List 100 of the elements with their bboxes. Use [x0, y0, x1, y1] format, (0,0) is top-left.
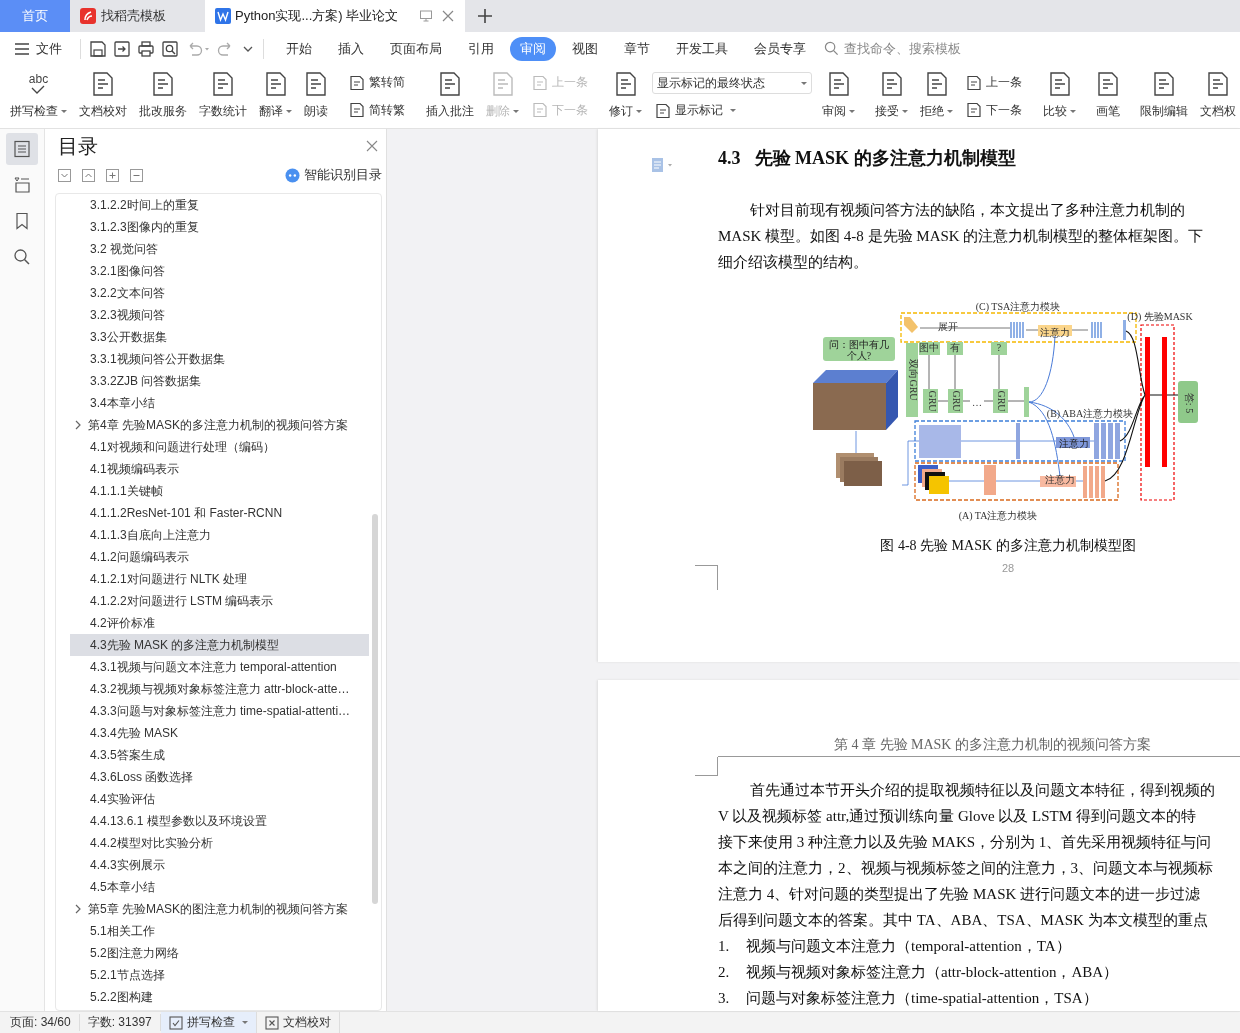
ribbon-button[interactable]: 上一条: [963, 72, 1025, 94]
ribbon-tab[interactable]: 视图: [562, 36, 608, 61]
outline-item[interactable]: 3.1.2.2时间上的重复: [70, 194, 369, 216]
status-text: 页面: 34/60: [2, 1014, 80, 1031]
outline-item[interactable]: 5.2.2图构建: [70, 986, 369, 1008]
outline-item[interactable]: 3.3.1视频问答公开数据集: [70, 348, 369, 370]
outline-item[interactable]: 4.3.1视频与问题文本注意力 temporal-attention: [70, 656, 369, 678]
file-menu-button[interactable]: 文件: [14, 39, 72, 58]
ribbon-button[interactable]: 限制编辑: [1136, 65, 1192, 128]
outline-item[interactable]: 4.1.1.3自底向上注意力: [70, 524, 369, 546]
ribbon-button[interactable]: 简转繁: [346, 99, 408, 121]
outline-item[interactable]: 4.5本章小结: [70, 876, 369, 898]
outline-item[interactable]: 3.2.2文本问答: [70, 282, 369, 304]
document-icon: [655, 102, 671, 119]
close-icon[interactable]: [441, 9, 455, 23]
preview-icon[interactable]: [161, 39, 179, 58]
document-icon: [263, 71, 288, 97]
outline-item[interactable]: 3.2.3视频问答: [70, 304, 369, 326]
outline-item[interactable]: 5.2图注意力网络: [70, 942, 369, 964]
outline-item[interactable]: 4.3先验 MASK 的多注意力机制模型: [70, 634, 369, 656]
ribbon-button[interactable]: 比较: [1039, 65, 1080, 128]
ribbon-tab[interactable]: 开发工具: [666, 36, 738, 61]
outline-item[interactable]: 3.2 视觉问答: [70, 238, 369, 260]
outline-item[interactable]: 4.4.13.6.1 模型参数以及环境设置: [70, 810, 369, 832]
ribbon-button[interactable]: 画笔: [1092, 65, 1124, 128]
ribbon-button[interactable]: 显示标记: [652, 100, 812, 121]
outline-item[interactable]: 3.1.2.3图像内的重复: [70, 216, 369, 238]
ribbon-button[interactable]: 繁转简: [346, 72, 408, 94]
chevron-icon[interactable]: [74, 904, 82, 914]
ribbon-button[interactable]: 审阅: [818, 65, 859, 128]
ribbon-button[interactable]: 文档校对: [75, 65, 131, 128]
outline-item[interactable]: 3.4本章小结: [70, 392, 369, 414]
paragraph-line: 后得到问题文本的答案。其中 TA、ABA、TSA、MASK 为本文模型的重点: [718, 911, 1209, 930]
smart-toc-button[interactable]: 智能识别目录: [285, 166, 382, 184]
ribbon-tab[interactable]: 插入: [328, 36, 374, 61]
paragraph-line: 注意力 4、针对问题的类型提出了先验 MASK 进行问题文本的进一步过滤: [718, 885, 1202, 904]
ribbon-tab[interactable]: 开始: [276, 36, 322, 61]
chapter-icon: [13, 176, 31, 194]
outline-item[interactable]: 4.1视频编码表示: [70, 458, 369, 480]
markup-dropdown[interactable]: 显示标记的最终状态: [652, 72, 812, 94]
outline-item[interactable]: 4.3.6Loss 函数选择: [70, 766, 369, 788]
chevron-icon[interactable]: [74, 420, 82, 430]
outline-item[interactable]: 4.3.3问题与对象标签注意力 time-spatial-attenti…: [70, 700, 369, 722]
outline-item[interactable]: 5.2.1节点选择: [70, 964, 369, 986]
outline-item[interactable]: 第4章 先验MASK的多注意力机制的视频问答方案: [70, 414, 369, 436]
search-icon: [824, 41, 839, 56]
outline-item[interactable]: 4.1.1.1关键帧: [70, 480, 369, 502]
outline-item[interactable]: 4.1.1.2ResNet-101 和 Faster-RCNN: [70, 502, 369, 524]
ribbon-tab[interactable]: 引用: [458, 36, 504, 61]
ribbon-button[interactable]: 朗读: [300, 65, 332, 128]
outline-item[interactable]: 3.3公开数据集: [70, 326, 369, 348]
document-tab[interactable]: Python实现...方案) 毕业论文: [205, 0, 465, 32]
outline-item[interactable]: 4.3.2视频与视频对象标签注意力 attr-block-atte…: [70, 678, 369, 700]
outline-item[interactable]: 4.4实验评估: [70, 788, 369, 810]
outline-item[interactable]: 4.4.2模型对比实验分析: [70, 832, 369, 854]
ribbon-button[interactable]: 下一条: [963, 99, 1025, 121]
outline-item[interactable]: 4.3.5答案生成: [70, 744, 369, 766]
ribbon-button[interactable]: abc 拼写检查: [6, 65, 71, 128]
outline-item[interactable]: 4.1对视频和问题进行处理（编码）: [70, 436, 369, 458]
ribbon-button[interactable]: 批改服务: [135, 65, 191, 128]
ribbon-button[interactable]: 拒绝: [916, 65, 957, 128]
ribbon-button[interactable]: 插入批注: [422, 65, 478, 128]
status-button[interactable]: 文档校对: [256, 1012, 340, 1033]
ribbon-button[interactable]: 字数统计: [195, 65, 251, 128]
ribbon-button[interactable]: 翻译: [255, 65, 296, 128]
outline-item[interactable]: 4.1.2.1对问题进行 NLTK 处理: [70, 568, 369, 590]
diagram-label: 图中: [919, 341, 939, 353]
status-button[interactable]: 拼写检查: [160, 1012, 257, 1033]
monitor-icon[interactable]: [419, 9, 433, 23]
close-icon[interactable]: [366, 140, 378, 152]
save-icon[interactable]: [89, 39, 107, 58]
ribbon-button[interactable]: 修订: [605, 65, 646, 128]
minus-icon[interactable]: [130, 168, 143, 182]
outline-item[interactable]: 4.1.2问题编码表示: [70, 546, 369, 568]
outline-item[interactable]: 3.3.2ZJB 问答数据集: [70, 370, 369, 392]
outline-item[interactable]: 5.1相关工作: [70, 920, 369, 942]
search-field[interactable]: 查找命令、搜索模板: [824, 40, 986, 57]
ribbon-button[interactable]: 接受: [871, 65, 912, 128]
outline-item[interactable]: 4.1.2.2对问题进行 LSTM 编码表示: [70, 590, 369, 612]
plus-icon[interactable]: [106, 168, 119, 182]
collapse-icon[interactable]: [82, 168, 95, 182]
diagram-label: 双向GRU: [907, 359, 919, 401]
add-tab-icon[interactable]: [477, 8, 493, 24]
ribbon-tab[interactable]: 章节: [614, 36, 660, 61]
outline-item[interactable]: 3.2.1图像问答: [70, 260, 369, 282]
ribbon-tab[interactable]: 会员专享: [744, 36, 816, 61]
outline-item[interactable]: 第5章 先验MASK的图注意力机制的视频问答方案: [70, 898, 369, 920]
expand-icon[interactable]: [58, 168, 71, 182]
diagram-label: 个人?: [846, 350, 872, 362]
ribbon-tab[interactable]: 页面布局: [380, 36, 452, 61]
document-icon: [613, 71, 638, 97]
sidebar-tool[interactable]: [6, 133, 38, 165]
outline-item[interactable]: 4.3.4先验 MASK: [70, 722, 369, 744]
export-icon[interactable]: [113, 39, 131, 58]
document-tab[interactable]: 找稻壳模板: [70, 0, 205, 32]
print-icon[interactable]: [137, 39, 155, 58]
outline-item[interactable]: 4.4.3实例展示: [70, 854, 369, 876]
outline-item[interactable]: 4.2评价标准: [70, 612, 369, 634]
document-icon: [1152, 71, 1176, 97]
ribbon-button[interactable]: 文档权: [1196, 65, 1240, 128]
